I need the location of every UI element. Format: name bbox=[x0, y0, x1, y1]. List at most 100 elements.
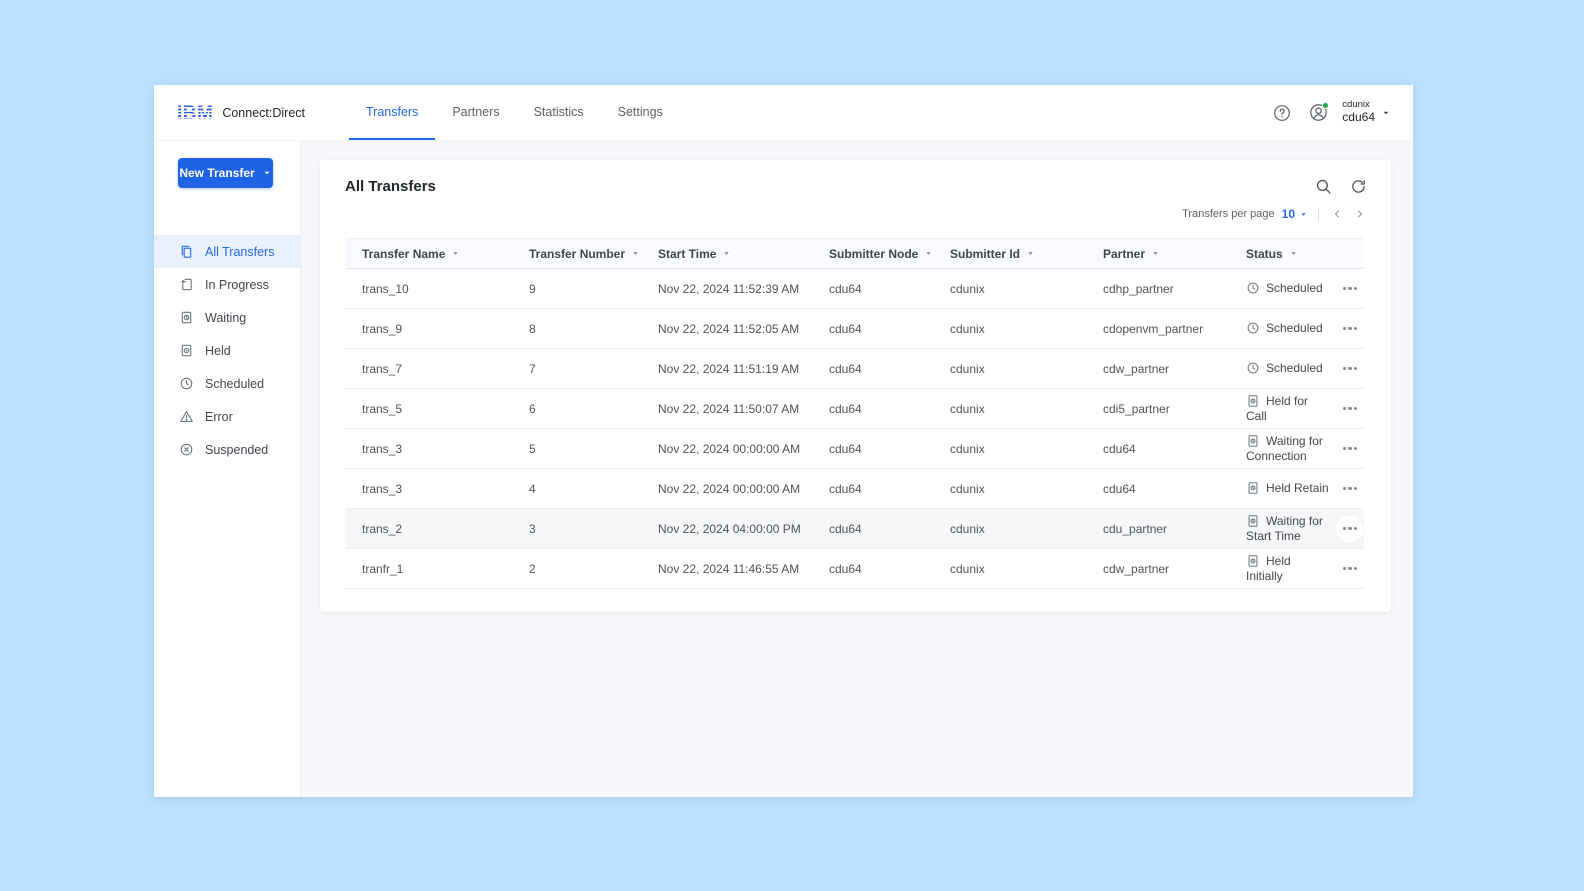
cell-start-time: Nov 22, 2024 11:51:19 AM bbox=[658, 361, 800, 376]
cell-partner: cdw_partner bbox=[1103, 361, 1170, 376]
cell-number: 9 bbox=[529, 281, 536, 296]
new-transfer-label: New Transfer bbox=[179, 166, 255, 180]
row-overflow-button[interactable] bbox=[1336, 355, 1364, 383]
column-header-start-time[interactable]: Start Time bbox=[658, 247, 829, 261]
column-header-status[interactable]: Status bbox=[1246, 247, 1330, 261]
cell-start-time: Nov 22, 2024 11:46:55 AM bbox=[658, 561, 800, 576]
column-label: Submitter Id bbox=[950, 246, 1021, 261]
tab-settings[interactable]: Settings bbox=[601, 85, 680, 140]
held-doc-icon bbox=[1246, 394, 1260, 408]
user-avatar-icon[interactable] bbox=[1309, 102, 1330, 122]
sidebar-item-label: Scheduled bbox=[205, 376, 265, 391]
overflow-menu-icon bbox=[1342, 526, 1358, 531]
row-overflow-button[interactable] bbox=[1336, 435, 1364, 463]
sidebar-item-suspended[interactable]: Suspended bbox=[154, 433, 300, 466]
sidebar-item-error[interactable]: Error bbox=[154, 400, 300, 433]
row-overflow-button[interactable] bbox=[1336, 275, 1364, 303]
overflow-menu-icon bbox=[1342, 566, 1358, 571]
column-header-transfer-name[interactable]: Transfer Name bbox=[346, 247, 529, 261]
tab-statistics[interactable]: Statistics bbox=[517, 85, 601, 140]
sidebar-item-held[interactable]: Held bbox=[154, 334, 300, 367]
sort-caret-icon bbox=[924, 249, 933, 258]
help-icon[interactable] bbox=[1269, 100, 1295, 126]
product-name: Connect:Direct bbox=[222, 105, 306, 120]
status-label: Scheduled bbox=[1266, 281, 1323, 296]
row-overflow-button[interactable] bbox=[1336, 395, 1364, 423]
sidebar: New Transfer All Transfers In Progress Wai… bbox=[154, 141, 300, 797]
search-icon[interactable] bbox=[1311, 174, 1336, 199]
held-doc-icon bbox=[1246, 434, 1260, 448]
sidebar-item-all-transfers[interactable]: All Transfers bbox=[154, 235, 300, 268]
cell-partner: cdhp_partner bbox=[1103, 281, 1174, 296]
row-overflow-button[interactable] bbox=[1336, 514, 1364, 543]
column-header-partner[interactable]: Partner bbox=[1103, 247, 1246, 261]
per-page-label: Transfers per page bbox=[1182, 208, 1275, 220]
held-doc-icon bbox=[1246, 554, 1260, 568]
cell-name: trans_2 bbox=[362, 521, 403, 536]
cell-partner: cdu_partner bbox=[1103, 521, 1168, 536]
cell-submitter-id: cdunix bbox=[950, 281, 985, 296]
ibm-logo-icon: IBM bbox=[175, 102, 215, 124]
sidebar-item-label: Waiting bbox=[205, 310, 247, 325]
new-transfer-button[interactable]: New Transfer bbox=[178, 158, 273, 188]
prev-page-button[interactable] bbox=[1329, 206, 1345, 222]
column-label: Start Time bbox=[658, 246, 717, 261]
sidebar-item-in-progress[interactable]: In Progress bbox=[154, 268, 300, 301]
app-window: IBM Connect:Direct Transfers Partners St… bbox=[154, 85, 1413, 797]
overflow-menu-icon bbox=[1342, 286, 1358, 291]
next-page-button[interactable] bbox=[1352, 206, 1368, 222]
row-overflow-button[interactable] bbox=[1336, 475, 1364, 503]
column-label: Status bbox=[1246, 246, 1283, 261]
table-row[interactable]: trans_3 5 Nov 22, 2024 00:00:00 AM cdu64 cdu… bbox=[346, 429, 1364, 469]
sort-caret-icon bbox=[631, 249, 640, 258]
chevron-down-icon bbox=[1301, 212, 1306, 216]
cell-number: 3 bbox=[529, 521, 536, 536]
column-label: Partner bbox=[1103, 246, 1146, 261]
sidebar-item-label: All Transfers bbox=[205, 244, 275, 259]
sidebar-item-label: In Progress bbox=[205, 277, 269, 292]
cell-partner: cdopenvm_partner bbox=[1103, 321, 1204, 336]
tab-transfers[interactable]: Transfers bbox=[349, 85, 436, 140]
table-row[interactable]: trans_3 4 Nov 22, 2024 00:00:00 AM cdu64 cdu… bbox=[346, 469, 1364, 509]
cell-submitter-node: cdu64 bbox=[829, 441, 862, 456]
table-row[interactable]: trans_2 3 Nov 22, 2024 04:00:00 PM cdu64 cdu… bbox=[346, 509, 1364, 549]
cell-submitter-id: cdunix bbox=[950, 361, 985, 376]
row-overflow-button[interactable] bbox=[1336, 555, 1364, 583]
table-row[interactable]: tranfr_1 2 Nov 22, 2024 11:46:55 AM cdu64 cd… bbox=[346, 549, 1364, 589]
divider bbox=[1318, 207, 1319, 221]
table-header-row: Transfer Name Transfer Number Start Time Su… bbox=[346, 238, 1364, 269]
column-header-submitter-node[interactable]: Submitter Node bbox=[829, 247, 950, 261]
column-header-transfer-number[interactable]: Transfer Number bbox=[529, 247, 658, 261]
cell-number: 7 bbox=[529, 361, 536, 376]
user-name: cdu64 bbox=[1342, 110, 1375, 125]
clock-icon bbox=[1246, 361, 1260, 375]
user-menu[interactable]: cdunix cdu64 bbox=[1342, 99, 1391, 125]
cell-submitter-node: cdu64 bbox=[829, 361, 862, 376]
table-row[interactable]: trans_5 6 Nov 22, 2024 11:50:07 AM cdu64 cdu… bbox=[346, 389, 1364, 429]
tab-partners[interactable]: Partners bbox=[435, 85, 516, 140]
overflow-menu-icon bbox=[1342, 326, 1358, 331]
status-label: Scheduled bbox=[1266, 361, 1323, 376]
status-label: Scheduled bbox=[1266, 321, 1323, 336]
cell-status: Scheduled bbox=[1246, 356, 1330, 381]
sidebar-item-scheduled[interactable]: Scheduled bbox=[154, 367, 300, 400]
cell-partner: cdi5_partner bbox=[1103, 401, 1170, 416]
cell-name: trans_7 bbox=[362, 361, 403, 376]
status-label: Held Retain bbox=[1266, 481, 1329, 496]
sidebar-item-label: Held bbox=[205, 343, 231, 358]
refresh-icon[interactable] bbox=[1346, 174, 1371, 199]
cell-submitter-node: cdu64 bbox=[829, 281, 862, 296]
cell-name: trans_10 bbox=[362, 281, 409, 296]
per-page-select[interactable]: 10 bbox=[1282, 207, 1308, 221]
column-header-submitter-id[interactable]: Submitter Id bbox=[950, 247, 1103, 261]
cell-status: Scheduled bbox=[1246, 276, 1330, 301]
table-row[interactable]: trans_7 7 Nov 22, 2024 11:51:19 AM cdu64 cdu… bbox=[346, 349, 1364, 389]
table-row[interactable]: trans_9 8 Nov 22, 2024 11:52:05 AM cdu64 cdu… bbox=[346, 309, 1364, 349]
card-tools bbox=[1311, 174, 1371, 199]
sidebar-item-waiting[interactable]: Waiting bbox=[154, 301, 300, 334]
overflow-menu-icon bbox=[1342, 486, 1358, 491]
row-overflow-button[interactable] bbox=[1336, 315, 1364, 343]
cell-start-time: Nov 22, 2024 04:00:00 PM bbox=[658, 521, 801, 536]
cell-partner: cdw_partner bbox=[1103, 561, 1170, 576]
table-row[interactable]: trans_10 9 Nov 22, 2024 11:52:39 AM cdu64 cd… bbox=[346, 269, 1364, 309]
